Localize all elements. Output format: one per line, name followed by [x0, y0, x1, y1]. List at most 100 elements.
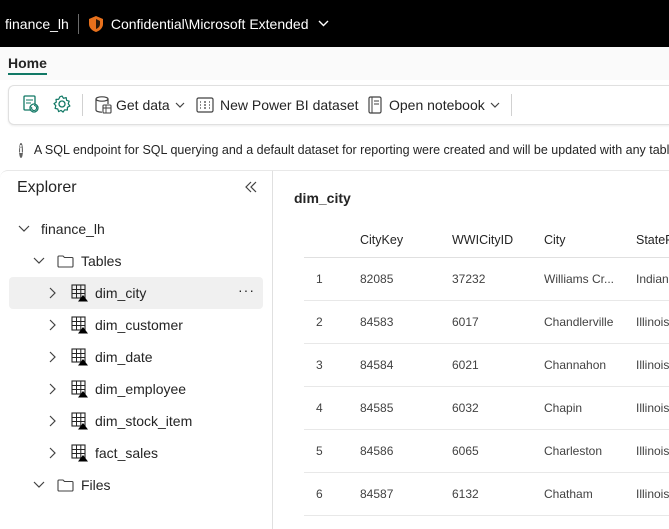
title-divider — [77, 13, 79, 34]
tree-item-label: dim_stock_item — [95, 413, 193, 429]
tree-item-dim-city[interactable]: dim_city ··· — [9, 277, 263, 309]
chevron-down-icon[interactable] — [33, 257, 45, 265]
tree-item-label: Files — [81, 477, 111, 493]
chevron-down-icon — [490, 102, 500, 108]
cell-city[interactable]: Williams Cr... — [544, 257, 628, 300]
table-preview-pane: dim_city CityKey WWICityID City StateP 1… — [273, 170, 669, 529]
more-options-icon[interactable]: ··· — [238, 282, 255, 298]
get-data-button[interactable]: Get data — [94, 86, 185, 124]
info-banner: i A SQL endpoint for SQL querying and a … — [0, 131, 669, 169]
tab-home[interactable]: Home — [8, 55, 47, 71]
dataset-icon — [196, 97, 214, 113]
chevron-down-icon[interactable] — [33, 481, 45, 489]
cell-city[interactable]: Chatham — [544, 472, 628, 515]
cell-city[interactable]: Chandlerville — [544, 300, 628, 343]
chevron-down-icon — [175, 102, 185, 108]
explorer-title: Explorer — [17, 179, 77, 196]
cell-stateprovince[interactable]: Indian — [636, 257, 669, 300]
cell-stateprovince[interactable]: Illinois — [636, 343, 669, 386]
ribbon-toolbar: Get data New Power BI dataset Open noteb… — [8, 85, 669, 125]
toolbar-divider — [511, 94, 512, 116]
sensitivity-shield-icon — [88, 15, 103, 32]
tab-home-underline — [8, 73, 47, 75]
cell-stateprovince[interactable]: Illinois — [636, 429, 669, 472]
cell-rownum: 4 — [316, 400, 323, 415]
settings-button[interactable] — [52, 86, 72, 124]
folder-icon — [57, 478, 74, 492]
column-header-stateprovince[interactable]: StateP — [636, 223, 669, 257]
cell-wwicityid[interactable]: 6132 — [452, 472, 536, 515]
tree-item-dim-customer[interactable]: dim_customer — [9, 309, 263, 341]
chevron-right-icon[interactable] — [49, 319, 57, 331]
delta-table-icon — [71, 348, 89, 366]
cell-rownum: 2 — [316, 314, 323, 329]
item-name[interactable]: finance_lh — [5, 16, 69, 32]
cell-city[interactable]: Chapin — [544, 386, 628, 429]
chevron-right-icon[interactable] — [49, 447, 57, 459]
chevron-right-icon[interactable] — [49, 415, 57, 427]
cell-citykey[interactable]: 84585 — [360, 386, 444, 429]
chevron-down-icon[interactable] — [18, 225, 30, 233]
explorer-pane: Explorer finance_lh Tables dim_city ··· — [0, 170, 273, 529]
cell-citykey[interactable]: 84584 — [360, 343, 444, 386]
tree-item-files[interactable]: Files — [9, 469, 263, 501]
delta-table-icon — [71, 412, 89, 430]
cell-stateprovince[interactable]: Illinois — [636, 300, 669, 343]
delta-table-icon — [71, 444, 89, 462]
collapse-pane-icon[interactable] — [244, 180, 258, 199]
tree-item-tables[interactable]: Tables — [9, 245, 263, 277]
notebook-icon — [367, 96, 383, 114]
chevron-right-icon[interactable] — [49, 383, 57, 395]
tree-item-label: dim_customer — [95, 317, 183, 333]
cell-wwicityid[interactable]: 6065 — [452, 429, 536, 472]
cell-wwicityid[interactable]: 6021 — [452, 343, 536, 386]
cell-city[interactable]: Charleston — [544, 429, 628, 472]
tree-item-fact-sales[interactable]: fact_sales — [9, 437, 263, 469]
table-row: 6 84587 6132 Chatham Illinois — [304, 472, 669, 516]
gear-icon — [52, 94, 72, 117]
cell-stateprovince[interactable]: Illinois — [636, 386, 669, 429]
open-notebook-button[interactable]: Open notebook — [367, 86, 500, 124]
info-icon: i — [19, 142, 23, 158]
column-header-rownum — [304, 223, 344, 257]
chevron-right-icon[interactable] — [49, 351, 57, 363]
tree-item-label: dim_date — [95, 349, 153, 365]
cell-citykey[interactable]: 84583 — [360, 300, 444, 343]
table-preview-title: dim_city — [294, 190, 351, 206]
top-bar: finance_lh Confidential\Microsoft Extend… — [0, 0, 669, 47]
table-row: 1 82085 37232 Williams Cr... Indian — [304, 257, 669, 301]
cell-citykey[interactable]: 84586 — [360, 429, 444, 472]
cell-rownum: 1 — [316, 271, 323, 286]
tree-item-label: finance_lh — [41, 221, 105, 237]
cell-wwicityid[interactable]: 37232 — [452, 257, 536, 300]
toolbar-divider — [82, 94, 83, 116]
cell-citykey[interactable]: 82085 — [360, 257, 444, 300]
column-header-citykey[interactable]: CityKey — [360, 223, 444, 257]
tree-item-label: fact_sales — [95, 445, 159, 461]
column-header-wwicityid[interactable]: WWICityID — [452, 223, 536, 257]
cell-stateprovince[interactable]: Illinois — [636, 472, 669, 515]
cell-citykey[interactable]: 84587 — [360, 472, 444, 515]
ribbon-tabs: Home — [0, 47, 669, 80]
table-row: 5 84586 6065 Charleston Illinois — [304, 429, 669, 473]
get-data-label: Get data — [116, 97, 170, 113]
cell-wwicityid[interactable]: 6032 — [452, 386, 536, 429]
cell-city[interactable]: Channahon — [544, 343, 628, 386]
database-icon — [94, 95, 112, 115]
chevron-down-icon[interactable] — [318, 20, 329, 27]
tree-item-dim-employee[interactable]: dim_employee — [9, 373, 263, 405]
column-header-city[interactable]: City — [544, 223, 628, 257]
cell-rownum: 6 — [316, 486, 323, 501]
refresh-button[interactable] — [21, 86, 41, 124]
tree-item-dim-date[interactable]: dim_date — [9, 341, 263, 373]
delta-table-icon — [71, 316, 89, 334]
chevron-right-icon[interactable] — [49, 287, 57, 299]
tree-item-label: dim_city — [95, 285, 147, 301]
tree-item-finance-lh[interactable]: finance_lh — [9, 213, 263, 245]
cell-wwicityid[interactable]: 6017 — [452, 300, 536, 343]
open-notebook-label: Open notebook — [389, 97, 485, 113]
new-dataset-button[interactable]: New Power BI dataset — [196, 86, 359, 124]
tree-item-dim-stock-item[interactable]: dim_stock_item — [9, 405, 263, 437]
folder-icon — [57, 254, 74, 268]
sensitivity-label[interactable]: Confidential\Microsoft Extended — [111, 16, 309, 32]
